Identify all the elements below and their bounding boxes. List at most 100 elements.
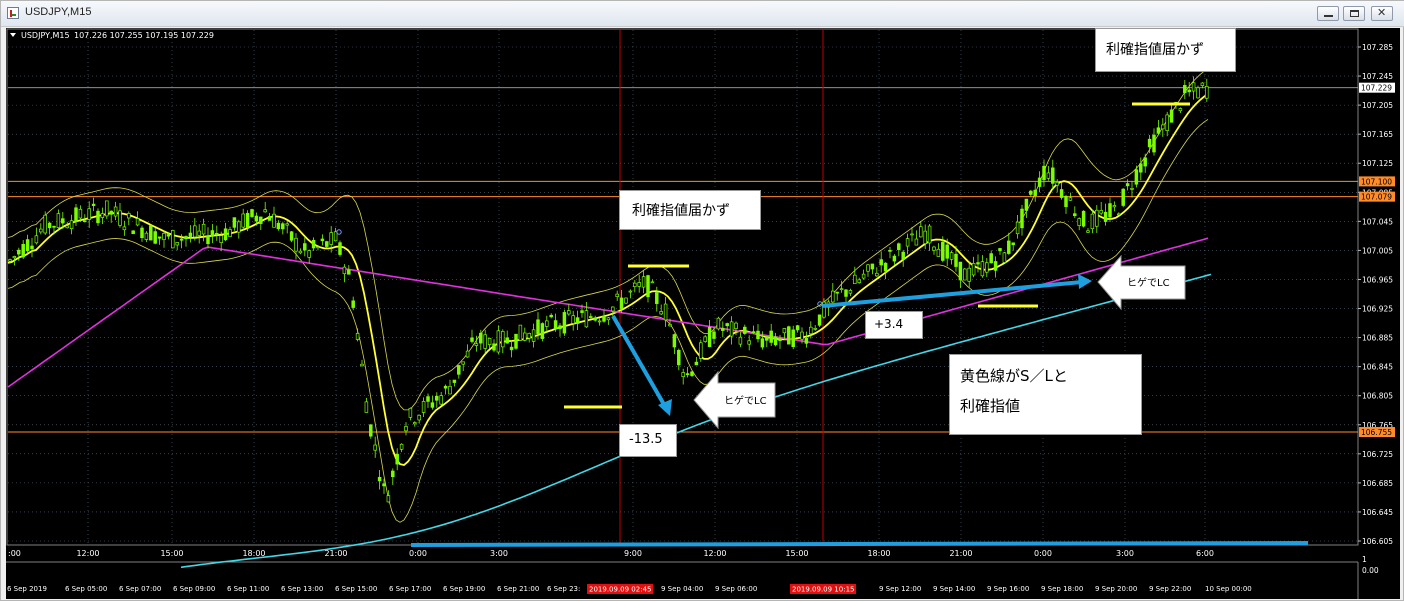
candle-body	[113, 206, 118, 217]
candle-body	[993, 261, 998, 271]
candle-body	[435, 395, 439, 401]
candle-body	[34, 235, 39, 244]
candle-body	[254, 215, 259, 222]
loss-value: -13.5	[629, 432, 663, 447]
candle-body	[571, 315, 575, 324]
candle-body	[712, 331, 716, 339]
wick-lc-arrow-2: ヒゲでLC	[1097, 255, 1186, 310]
candle-body	[461, 361, 465, 365]
separator-lines	[619, 30, 824, 544]
date-tick-label: 9 Sep 22:00	[1149, 585, 1191, 593]
wick-lc-text-2: ヒゲでLC	[1127, 277, 1170, 289]
candle-body	[523, 332, 527, 341]
minimize-button[interactable]	[1317, 6, 1339, 21]
candle-body	[448, 385, 452, 395]
note-line-2: 利確指値	[960, 397, 1021, 415]
candle-body	[39, 228, 43, 233]
price-chart[interactable]: 107.285 107.245 107.205 107.165 107.125 107.0…	[6, 28, 1400, 599]
candle-body	[140, 227, 144, 239]
callout-gain: +3.4	[865, 311, 923, 339]
entry-marker	[336, 229, 342, 235]
candle-body	[360, 363, 364, 367]
candle-body	[919, 226, 923, 238]
chart-app-icon	[7, 7, 19, 19]
candle-body	[668, 324, 672, 327]
price-tick-label: 107.005	[1362, 246, 1393, 255]
candle-body	[804, 337, 809, 344]
candle-body	[655, 292, 659, 304]
candle-body	[1068, 197, 1073, 201]
candle-body	[1033, 189, 1037, 196]
time-tick-label: 21:00	[324, 549, 347, 558]
candle-body	[844, 289, 848, 297]
time-tick-label: 18:00	[242, 549, 265, 558]
candle-body	[408, 407, 413, 418]
price-tick-label: 106.685	[1362, 479, 1393, 488]
candle-body	[1064, 195, 1068, 207]
candle-body	[870, 263, 875, 270]
chart-area[interactable]: 107.285 107.245 107.205 107.165 107.125 107.0…	[6, 28, 1400, 599]
candle-body	[1139, 163, 1143, 173]
candle-body	[967, 267, 971, 282]
candle-body	[391, 470, 395, 478]
candle-body	[831, 290, 835, 303]
candle-body	[914, 238, 919, 246]
time-tick-label: 12:00	[76, 549, 99, 558]
callout-middle: 利確指値届かず	[619, 190, 761, 230]
blue-trade-arrow	[611, 315, 668, 409]
candle-body	[382, 483, 386, 487]
time-tick-label: 21:00	[949, 549, 972, 558]
candle-body	[980, 261, 985, 277]
title-bar: USDJPY,M15 ✕	[1, 1, 1404, 27]
candle-body	[149, 225, 153, 241]
candle-body	[1117, 213, 1121, 216]
dropdown-arrow-icon[interactable]	[10, 33, 16, 37]
candle-body	[1037, 177, 1042, 187]
time-tick-label: :00	[8, 549, 21, 558]
candle-body	[1205, 86, 1209, 99]
price-tick-label: 106.925	[1362, 305, 1393, 314]
candle-body	[69, 220, 74, 229]
candle-body	[171, 230, 175, 249]
candle-body	[536, 319, 540, 335]
candle-body	[1187, 89, 1191, 93]
candle-body	[514, 333, 518, 349]
candle-body	[25, 239, 30, 252]
candle-body	[927, 225, 932, 244]
candle-body	[184, 236, 188, 240]
candle-body	[1015, 221, 1020, 235]
candle-body	[65, 225, 69, 229]
wick-lc-text-1: ヒゲでLC	[724, 395, 767, 407]
candle-body	[773, 336, 778, 346]
candle-body	[166, 234, 171, 237]
price-level-label: 106.755	[1361, 428, 1392, 437]
close-button[interactable]: ✕	[1371, 6, 1393, 21]
candle-body	[479, 332, 483, 344]
candle-body	[760, 338, 765, 348]
blue-horizontal-line	[410, 541, 1309, 547]
candle-body	[329, 232, 333, 245]
candle-body	[1086, 230, 1090, 233]
date-tick-label: 9 Sep 20:00	[1095, 585, 1137, 593]
bollinger-bands	[7, 68, 1209, 523]
price-tick-label: 107.245	[1362, 72, 1393, 81]
callout-top-right: 利確指値届かず	[1095, 28, 1236, 72]
candle-body	[263, 209, 267, 213]
candle-body	[215, 232, 219, 235]
trade-drawings	[336, 102, 1309, 547]
maximize-button[interactable]	[1343, 6, 1365, 21]
candle-body	[743, 326, 747, 334]
date-tick-label: 6 Sep 11:00	[227, 585, 269, 593]
candle-body	[1191, 82, 1196, 92]
candle-body	[954, 253, 958, 267]
candle-body	[259, 216, 263, 224]
date-tick-label: 6 Sep 23:	[547, 585, 580, 593]
candle-body	[756, 330, 760, 340]
candle-body	[228, 229, 232, 237]
candle-body	[373, 444, 377, 451]
time-tick-label: 3:00	[1116, 549, 1134, 558]
candle-body	[963, 268, 967, 281]
candle-body	[941, 241, 945, 261]
date-tick-label: 6 Sep 19:00	[443, 585, 485, 593]
candle-body	[795, 325, 800, 331]
